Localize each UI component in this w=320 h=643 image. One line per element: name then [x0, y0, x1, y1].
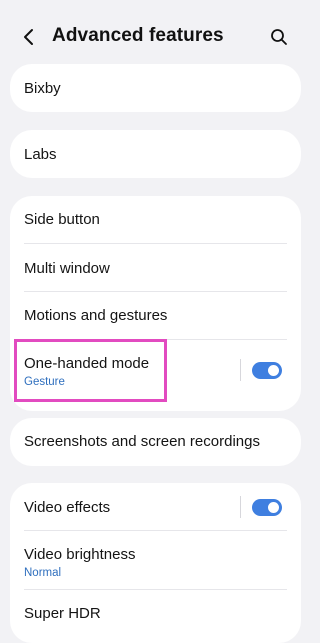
multi-window-label: Multi window [24, 260, 110, 277]
toggle-knob [268, 502, 279, 513]
side-button-label: Side button [24, 211, 100, 228]
video-effects-toggle[interactable] [252, 499, 282, 516]
bixby-card: Bixby [10, 64, 301, 112]
gestures-card: Side button Multi window Motions and ges… [10, 196, 301, 411]
video-brightness-value: Normal [24, 567, 62, 579]
video-card: Video effects Video brightness Normal Su… [10, 483, 301, 643]
super-hdr-item[interactable]: Super HDR [10, 589, 301, 637]
screenshots-item[interactable]: Screenshots and screen recordings [10, 418, 301, 466]
toggle-separator [240, 496, 241, 518]
bixby-item[interactable]: Bixby [10, 64, 301, 112]
toggle-separator [240, 359, 241, 381]
page-title: Advanced features [52, 25, 224, 46]
top-app-bar: Advanced features [0, 0, 310, 64]
bixby-label: Bixby [24, 80, 61, 97]
labs-label: Labs [24, 146, 57, 163]
toggle-knob [268, 365, 279, 376]
one-handed-mode-toggle[interactable] [252, 362, 282, 379]
video-brightness-label: Video brightness [24, 546, 136, 563]
chevron-left-icon [24, 29, 33, 45]
labs-item[interactable]: Labs [10, 130, 301, 178]
multi-window-item[interactable]: Multi window [10, 244, 301, 292]
super-hdr-label: Super HDR [24, 605, 101, 622]
screenshots-label: Screenshots and screen recordings [24, 433, 260, 450]
search-button[interactable] [268, 26, 290, 48]
labs-card: Labs [10, 130, 301, 178]
motions-gestures-label: Motions and gestures [24, 307, 168, 324]
side-button-item[interactable]: Side button [10, 196, 301, 244]
back-button[interactable] [18, 26, 40, 48]
screenshots-card: Screenshots and screen recordings [10, 418, 301, 466]
motions-gestures-item[interactable]: Motions and gestures [10, 292, 301, 340]
video-brightness-item[interactable]: Video brightness Normal [10, 531, 301, 589]
search-icon [271, 29, 287, 45]
